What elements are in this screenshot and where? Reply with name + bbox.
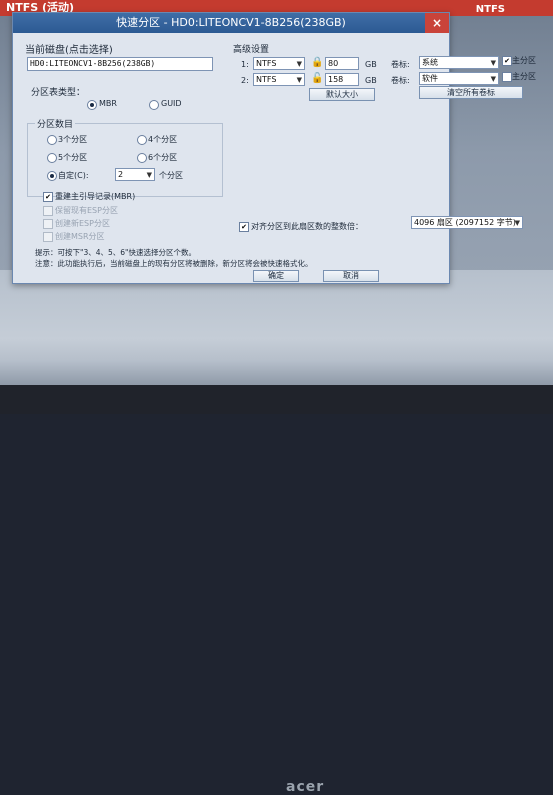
row2-size-input[interactable]: 158 (325, 73, 359, 86)
row1-volume-value: 系统 (422, 58, 438, 67)
row2-index: 2: (241, 76, 249, 85)
lock-icon[interactable]: 🔒 (311, 57, 323, 69)
custom-count-suffix: 个分区 (159, 171, 183, 180)
row1-primary-label: 主分区 (512, 56, 536, 65)
radio-5-partitions[interactable] (47, 153, 57, 163)
clear-labels-button[interactable]: 清空所有卷标 (419, 86, 523, 99)
create-esp-label: 创建新ESP分区 (55, 219, 110, 228)
tip-line-1: 提示：可按下"3、4、5、6"快速选择分区个数。 (35, 248, 196, 257)
create-msr-checkbox[interactable] (43, 232, 53, 242)
tip-line-2: 注意：此功能执行后，当前磁盘上的现有分区将被删除，新分区将会被快速格式化。 (35, 259, 313, 268)
row2-primary-checkbox[interactable] (502, 72, 512, 82)
radio-4-partitions[interactable] (137, 135, 147, 145)
default-size-button[interactable]: 默认大小 (309, 88, 375, 101)
create-msr-label: 创建MSR分区 (55, 232, 105, 241)
quick-partition-dialog: 快速分区 - HD0:LITEONCV1-8B256(238GB) × 当前磁盘… (12, 12, 523, 284)
taskbar (0, 360, 553, 385)
align-value: 4096 扇区 (2097152 字节) (414, 218, 516, 227)
align-checkbox[interactable]: ✔ (239, 222, 249, 232)
ok-button[interactable]: 确定 (253, 270, 299, 282)
align-select[interactable]: 4096 扇区 (2097152 字节) ▼ (411, 216, 523, 229)
monitor-bezel: acer (0, 385, 553, 795)
radio-6-partitions[interactable] (137, 153, 147, 163)
advanced-settings-label: 高级设置 (233, 45, 270, 55)
row1-unit: GB (365, 60, 377, 69)
radio-custom-label: 自定(C): (58, 171, 89, 180)
radio-4-label: 4个分区 (148, 135, 178, 144)
custom-count-select[interactable]: 2 ▼ (115, 168, 155, 181)
close-button[interactable]: × (425, 13, 449, 33)
radio-6-label: 6个分区 (148, 153, 178, 162)
chevron-down-icon: ▼ (296, 76, 302, 84)
radio-5-label: 5个分区 (58, 153, 88, 162)
chevron-down-icon: ▼ (296, 60, 302, 68)
row2-unit: GB (365, 76, 377, 85)
row1-volume-select[interactable]: 系统 ▼ (419, 56, 499, 69)
radio-guid[interactable] (149, 100, 159, 110)
row2-fs-value: NTFS (256, 75, 277, 84)
row1-size-input[interactable]: 80 (325, 57, 359, 70)
rebuild-mbr-label: 重建主引导记录(MBR) (55, 192, 136, 201)
chevron-down-icon: ▼ (490, 75, 496, 83)
row1-index: 1: (241, 60, 249, 69)
radio-mbr-label: MBR (99, 99, 117, 108)
chevron-down-icon: ▼ (514, 219, 520, 227)
brand-logo: acer (286, 779, 325, 795)
chevron-down-icon: ▼ (146, 171, 152, 179)
row1-primary-checkbox[interactable]: ✔ (502, 56, 512, 66)
chevron-down-icon: ▼ (490, 59, 496, 67)
keep-esp-label: 保留现有ESP分区 (55, 206, 118, 215)
row2-volume-value: 软件 (422, 74, 438, 83)
radio-custom[interactable] (47, 171, 57, 181)
partition-label-right: NTFS (475, 4, 505, 15)
row1-fs-value: NTFS (256, 59, 277, 68)
radio-guid-label: GUID (161, 99, 182, 108)
rebuild-mbr-checkbox[interactable]: ✔ (43, 192, 53, 202)
row1-fs-select[interactable]: NTFS ▼ (253, 57, 305, 70)
dialog-title: 快速分区 - HD0:LITEONCV1-8B256(238GB) (116, 16, 346, 29)
disk-selector[interactable]: HD0:LITEONCV1-8B256(238GB) (27, 57, 213, 71)
row2-fs-select[interactable]: NTFS ▼ (253, 73, 305, 86)
align-label: 对齐分区到此扇区数的整数倍： (251, 222, 363, 231)
radio-3-partitions[interactable] (47, 135, 57, 145)
disk-label: 当前磁盘(点击选择) (25, 45, 113, 56)
row2-primary-label: 主分区 (512, 72, 536, 81)
keep-esp-checkbox[interactable] (43, 206, 53, 216)
unlock-icon[interactable]: 🔓 (311, 73, 323, 85)
row2-volume-select[interactable]: 软件 ▼ (419, 72, 499, 85)
dialog-titlebar[interactable]: 快速分区 - HD0:LITEONCV1-8B256(238GB) × (13, 13, 449, 33)
row1-volume-label: 卷标: (391, 60, 410, 69)
partition-type-label: 分区表类型： (31, 88, 86, 98)
cancel-button[interactable]: 取消 (323, 270, 379, 282)
row2-volume-label: 卷标: (391, 76, 410, 85)
radio-mbr[interactable] (87, 100, 97, 110)
radio-3-label: 3个分区 (58, 135, 88, 144)
create-esp-checkbox[interactable] (43, 219, 53, 229)
partition-count-label: 分区数目 (35, 117, 76, 130)
custom-count-value: 2 (118, 170, 124, 179)
